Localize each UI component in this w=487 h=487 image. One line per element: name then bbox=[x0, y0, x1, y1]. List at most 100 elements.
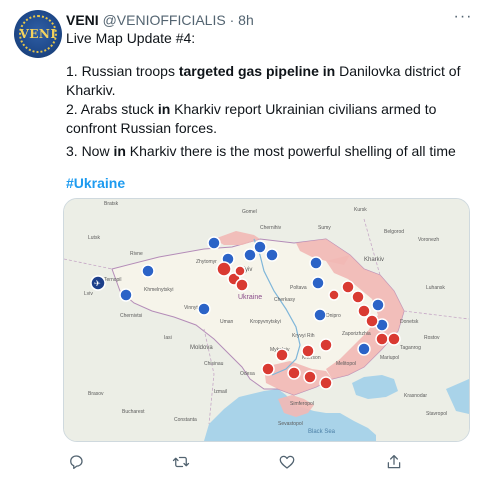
tweet-item-2: 2. Arabs stuck in Kharkiv report Ukraini… bbox=[66, 100, 466, 138]
label-ukraine: Ukraine bbox=[238, 294, 262, 301]
more-options-icon[interactable]: ··· bbox=[453, 9, 473, 30]
label-voronezh: Voronezh bbox=[418, 237, 439, 243]
marker-red-7[interactable] bbox=[357, 304, 371, 318]
item3-text-bold: in bbox=[113, 143, 126, 159]
avatar[interactable]: VENI bbox=[14, 10, 62, 58]
label-dnipro: Dnipro bbox=[326, 313, 341, 319]
marker-red-17[interactable] bbox=[319, 376, 333, 390]
label-constanta: Constanta bbox=[174, 417, 197, 423]
tweet-line-1: Live Map Update #4: bbox=[66, 30, 196, 46]
label-cherkasy: Cherkasy bbox=[274, 297, 296, 303]
item3-text-c: Kharkiv there is the most powerful shell… bbox=[125, 143, 456, 159]
label-iasi: Iasi bbox=[164, 335, 172, 341]
marker-red-18[interactable] bbox=[328, 289, 340, 301]
label-zaporizhzhia: Zaporizhzhia bbox=[342, 331, 371, 337]
label-gomel: Gomel bbox=[242, 209, 257, 215]
tweet-item-1: 1. Russian troops targeted gas pipeline … bbox=[66, 62, 471, 100]
map-image[interactable]: Kyiv Cherkasy Kharkiv Kropyvnytskyi Kryv… bbox=[63, 198, 470, 442]
svg-text:✈: ✈ bbox=[94, 279, 101, 288]
avatar-logo-text: VENI bbox=[19, 27, 57, 41]
label-sevastopol: Sevastopol bbox=[278, 421, 303, 427]
marker-blue-2[interactable] bbox=[119, 288, 133, 302]
marker-blue-7[interactable] bbox=[243, 248, 257, 262]
label-chernihiv: Chernihiv bbox=[260, 225, 282, 231]
like-icon bbox=[279, 455, 295, 469]
label-chernivtsi: Chernivtsi bbox=[120, 313, 142, 319]
hashtag-text[interactable]: #Ukraine bbox=[66, 175, 125, 191]
share-button[interactable] bbox=[383, 451, 405, 473]
separator-dot: · bbox=[229, 12, 235, 28]
hashtag-link[interactable]: #Ukraine bbox=[66, 174, 125, 193]
marker-red-6[interactable] bbox=[351, 290, 365, 304]
label-lviv: Lviv bbox=[84, 291, 93, 297]
item1-text-a: 1. Russian troops bbox=[66, 63, 179, 79]
label-bucharest: Bucharest bbox=[122, 409, 145, 415]
label-izmail: Izmail bbox=[214, 389, 227, 395]
label-simferopol: Simferopol bbox=[290, 401, 314, 407]
marker-blue-6[interactable] bbox=[197, 302, 211, 316]
tweet-item-3: 3. Now in Kharkiv there is the most powe… bbox=[66, 142, 456, 161]
marker-blue-12[interactable] bbox=[371, 298, 385, 312]
label-zhytomyr: Zhytomyr bbox=[196, 259, 217, 265]
item2-text-bold: in bbox=[157, 101, 171, 117]
author-handle[interactable]: @VENIOFFICIALIS bbox=[103, 12, 226, 28]
label-rostov: Rostov bbox=[424, 335, 440, 341]
marker-red-11[interactable] bbox=[319, 338, 333, 352]
item1-text-bold: targeted gas pipeline in bbox=[178, 63, 336, 79]
like-button[interactable] bbox=[276, 451, 298, 473]
tweet-header: VENI @VENIOFFICIALIS · 8h bbox=[66, 11, 254, 29]
marker-blue-10[interactable] bbox=[309, 256, 323, 270]
reply-icon bbox=[70, 455, 83, 470]
label-moldova: Moldova bbox=[190, 345, 213, 351]
label-brasov: Brasov bbox=[88, 391, 104, 397]
tweet-timestamp[interactable]: 8h bbox=[238, 12, 254, 28]
marker-red-9[interactable] bbox=[375, 332, 389, 346]
tweet-actions bbox=[63, 451, 468, 473]
reply-button[interactable] bbox=[65, 451, 87, 473]
marker-blue-14[interactable] bbox=[313, 308, 327, 322]
marker-blue-13[interactable] bbox=[357, 342, 371, 356]
label-rivne: Rivne bbox=[130, 251, 143, 257]
marker-red-16[interactable] bbox=[303, 370, 317, 384]
label-kharkiv: Kharkiv bbox=[364, 257, 384, 263]
label-luhansk: Luhansk bbox=[426, 285, 445, 291]
marker-red-10[interactable] bbox=[387, 332, 401, 346]
label-krasnodar: Krasnodar bbox=[404, 393, 427, 399]
marker-red-13[interactable] bbox=[275, 348, 289, 362]
label-sumy: Sumy bbox=[318, 225, 331, 231]
label-mariupol: Mariupol bbox=[380, 355, 399, 361]
label-bratsk: Bratsk bbox=[104, 201, 119, 207]
marker-red-1[interactable] bbox=[216, 261, 232, 277]
map-svg: Kyiv Cherkasy Kharkiv Kropyvnytskyi Kryv… bbox=[64, 199, 469, 441]
tweet[interactable]: VENI VENI @VENIOFFICIALIS · 8h ··· Live … bbox=[0, 0, 487, 487]
item2-text-a: 2. Arabs stuck bbox=[66, 101, 158, 117]
item3-text-a: 3. Now bbox=[66, 143, 114, 159]
marker-blue-9[interactable] bbox=[265, 248, 279, 262]
marker-red-12[interactable] bbox=[301, 344, 315, 358]
marker-blue-4[interactable] bbox=[207, 236, 221, 250]
label-black-sea: Black Sea bbox=[308, 429, 336, 435]
retweet-button[interactable] bbox=[170, 451, 192, 473]
author-name[interactable]: VENI bbox=[66, 12, 99, 28]
label-chisinau: Chisinau bbox=[204, 361, 224, 367]
label-donetsk: Donetsk bbox=[400, 319, 419, 325]
marker-blue-3[interactable] bbox=[141, 264, 155, 278]
label-poltava: Poltava bbox=[290, 285, 307, 291]
label-kropyvnytskyi: Kropyvnytskyi bbox=[250, 319, 281, 325]
share-icon bbox=[387, 454, 401, 469]
marker-red-15[interactable] bbox=[287, 366, 301, 380]
marker-red-4[interactable] bbox=[234, 265, 246, 277]
label-uman: Uman bbox=[220, 319, 234, 325]
label-odesa: Odesa bbox=[240, 371, 255, 377]
marker-red-14[interactable] bbox=[261, 362, 275, 376]
label-ternopil: Ternopil bbox=[104, 277, 122, 283]
marker-blue-8[interactable] bbox=[253, 240, 267, 254]
marker-red-5[interactable] bbox=[341, 280, 355, 294]
label-kryvyi-rih: Kryvyi Rih bbox=[292, 333, 315, 339]
marker-blue-11[interactable] bbox=[311, 276, 325, 290]
label-belgorod: Belgorod bbox=[384, 229, 404, 235]
label-stavropol: Stavropol bbox=[426, 411, 447, 417]
marker-red-3[interactable] bbox=[235, 278, 249, 292]
label-melitopol: Melitopol bbox=[336, 361, 356, 367]
marker-red-8[interactable] bbox=[365, 314, 379, 328]
